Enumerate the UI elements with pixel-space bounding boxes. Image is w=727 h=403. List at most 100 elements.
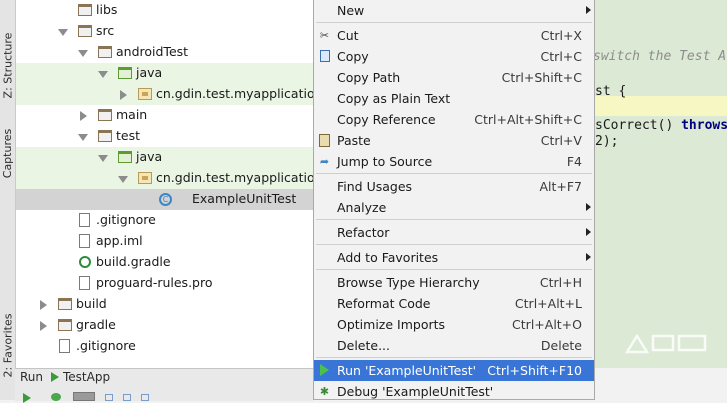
menu-item-shortcut: Ctrl+Alt+L [514, 296, 582, 311]
code-keyword-throws: throws [681, 118, 727, 133]
tree-item-exampleunittest[interactable]: C ExampleUnitTest [16, 189, 313, 210]
menu-separator [316, 357, 592, 358]
menu-item-browse-type-hierarchy[interactable]: Browse Type Hierarchy Ctrl+H [314, 272, 594, 293]
menu-item-run-exampleunittest[interactable]: Run 'ExampleUnitTest' Ctrl+Shift+F10 [314, 360, 594, 381]
tree-item-label: cn.gdin.test.myapplication [156, 86, 313, 101]
menu-item-label: Debug 'ExampleUnitTest' [337, 384, 494, 399]
scissors-icon: ✂ [319, 29, 330, 42]
current-line-highlight [595, 96, 727, 116]
menu-item-analyze[interactable]: Analyze [314, 197, 594, 218]
folder-icon [98, 46, 112, 58]
tree-item-gitignore-root[interactable]: .gitignore [16, 336, 313, 357]
run-config-label[interactable]: TestApp [63, 370, 110, 384]
chevron-down-icon[interactable] [78, 134, 88, 141]
folder-icon [98, 109, 112, 121]
menu-item-shortcut: Ctrl+V [540, 133, 582, 148]
menu-item-label: Cut [337, 28, 359, 43]
tree-item-label: gradle [76, 317, 116, 332]
menu-item-shortcut: Ctrl+H [539, 275, 582, 290]
tree-item-build-gradle[interactable]: build.gradle [16, 252, 313, 273]
chevron-down-icon[interactable] [98, 155, 108, 162]
tree-item-androidtest-package[interactable]: cn.gdin.test.myapplication [16, 84, 313, 105]
menu-item-shortcut: Ctrl+Shift+F10 [487, 363, 582, 378]
chevron-right-icon[interactable] [40, 321, 47, 331]
menu-item-label: Copy as Plain Text [337, 91, 451, 106]
menu-item-find-usages[interactable]: Find Usages Alt+F7 [314, 176, 594, 197]
menu-item-label: Refactor [337, 225, 390, 240]
menu-item-paste[interactable]: Paste Ctrl+V [314, 130, 594, 151]
chevron-right-icon[interactable] [80, 111, 87, 121]
code-line-method: sCorrect() throws [595, 118, 727, 133]
tree-item-test-package[interactable]: cn.gdin.test.myapplication [16, 168, 313, 189]
menu-item-label: Add to Favorites [337, 250, 439, 265]
menu-item-label: Paste [337, 133, 371, 148]
tree-item-proguard[interactable]: proguard-rules.pro [16, 273, 313, 294]
chevron-right-icon[interactable] [40, 300, 47, 310]
menu-item-copy-reference[interactable]: Copy Reference Ctrl+Alt+Shift+C [314, 109, 594, 130]
file-icon [59, 339, 70, 353]
package-icon [138, 88, 152, 100]
menu-item-delete[interactable]: Delete... Delete [314, 335, 594, 356]
tree-item-label: .gitignore [96, 212, 156, 227]
watermark-logo [624, 333, 707, 354]
menu-item-shortcut: Ctrl+Alt+Shift+C [474, 112, 582, 127]
chevron-down-icon[interactable] [58, 29, 68, 36]
chevron-down-icon[interactable] [118, 176, 128, 183]
run-tool-window-header: Run TestApp [15, 368, 313, 403]
menu-item-add-to-favorites[interactable]: Add to Favorites [314, 247, 594, 268]
tree-item-build[interactable]: build [16, 294, 313, 315]
folder-icon [78, 4, 92, 16]
captures-tool-tab[interactable]: Captures [0, 118, 15, 188]
code-line-assert: 2); [595, 134, 619, 149]
tree-item-libs[interactable]: libs [16, 0, 313, 21]
menu-item-refactor[interactable]: Refactor [314, 222, 594, 243]
tree-item-gradle[interactable]: gradle [16, 315, 313, 336]
tree-item-test[interactable]: test [16, 126, 313, 147]
tree-item-label: androidTest [116, 44, 189, 59]
menu-item-label: Browse Type Hierarchy [337, 275, 480, 290]
chevron-down-icon[interactable] [98, 71, 108, 78]
copy-icon [318, 50, 331, 63]
menu-item-new[interactable]: New [314, 0, 594, 21]
chevron-right-icon[interactable] [120, 90, 127, 100]
class-icon: C [159, 193, 172, 206]
tree-item-app-iml[interactable]: app.iml [16, 231, 313, 252]
favorites-tab-label: 2: Favorites [1, 313, 15, 377]
chevron-down-icon[interactable] [78, 50, 88, 57]
captures-tab-label: Captures [1, 128, 14, 178]
project-tree[interactable]: libs src androidTest java cn.gdin.test.m… [16, 0, 313, 368]
menu-item-optimize-imports[interactable]: Optimize Imports Ctrl+Alt+O [314, 314, 594, 335]
rerun-icon[interactable] [23, 393, 31, 403]
tree-item-src[interactable]: src [16, 21, 313, 42]
folder-icon [58, 319, 72, 331]
menu-item-shortcut: F4 [566, 154, 582, 169]
tree-item-label: src [96, 23, 115, 38]
menu-item-label: Copy [337, 49, 369, 64]
context-menu[interactable]: New ✂ Cut Ctrl+X Copy Ctrl+C Copy Path Ctrl+… [313, 0, 595, 400]
favorites-tool-tab[interactable]: 2: Favorites [0, 305, 15, 385]
menu-item-copy-plain-text[interactable]: Copy as Plain Text [314, 88, 594, 109]
menu-item-copy[interactable]: Copy Ctrl+C [314, 46, 594, 67]
folder-icon [78, 25, 92, 37]
structure-tool-tab[interactable]: Z: Structure [0, 20, 15, 110]
tree-item-test-java[interactable]: java [16, 147, 313, 168]
tree-item-main[interactable]: main [16, 105, 313, 126]
tree-item-androidtest[interactable]: androidTest [16, 42, 313, 63]
file-icon [79, 234, 90, 248]
menu-item-reformat-code[interactable]: Reformat Code Ctrl+Alt+L [314, 293, 594, 314]
tree-item-label: build [76, 296, 107, 311]
menu-item-copy-path[interactable]: Copy Path Ctrl+Shift+C [314, 67, 594, 88]
structure-tab-label: Z: Structure [1, 32, 15, 98]
tree-item-label: cn.gdin.test.myapplication [156, 170, 313, 185]
tree-item-gitignore-app[interactable]: .gitignore [16, 210, 313, 231]
menu-item-debug-exampleunittest[interactable]: ✱ Debug 'ExampleUnitTest' [314, 381, 594, 402]
tree-item-androidtest-java[interactable]: java [16, 63, 313, 84]
menu-item-jump-to-source[interactable]: ➦ Jump to Source F4 [314, 151, 594, 172]
tree-item-label: app.iml [96, 233, 143, 248]
menu-item-label: Analyze [337, 200, 387, 215]
menu-item-cut[interactable]: ✂ Cut Ctrl+X [314, 25, 594, 46]
code-line-class: st { [595, 84, 627, 99]
file-icon [79, 276, 90, 290]
submenu-arrow-icon [586, 6, 591, 14]
gradle-icon [79, 256, 91, 268]
